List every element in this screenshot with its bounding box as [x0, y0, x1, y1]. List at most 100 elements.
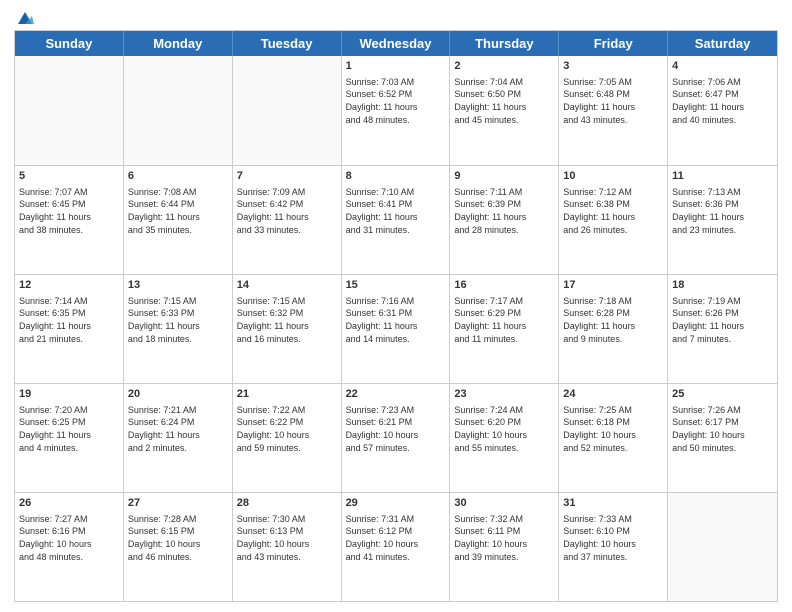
day-info: Sunrise: 7:33 AMSunset: 6:10 PMDaylight:… — [563, 513, 663, 563]
calendar-day-1: 1 Sunrise: 7:03 AMSunset: 6:52 PMDaylight… — [342, 56, 451, 165]
calendar-day-28: 28 Sunrise: 7:30 AMSunset: 6:13 PMDayligh… — [233, 493, 342, 601]
calendar-week-3: 12 Sunrise: 7:14 AMSunset: 6:35 PMDayligh… — [15, 274, 777, 383]
day-info: Sunrise: 7:24 AMSunset: 6:20 PMDaylight:… — [454, 404, 554, 454]
day-info: Sunrise: 7:15 AMSunset: 6:33 PMDaylight:… — [128, 295, 228, 345]
day-info: Sunrise: 7:15 AMSunset: 6:32 PMDaylight:… — [237, 295, 337, 345]
day-info: Sunrise: 7:12 AMSunset: 6:38 PMDaylight:… — [563, 186, 663, 236]
day-info: Sunrise: 7:04 AMSunset: 6:50 PMDaylight:… — [454, 76, 554, 126]
day-header-wednesday: Wednesday — [342, 31, 451, 56]
day-number: 30 — [454, 496, 554, 511]
calendar-day-8: 8 Sunrise: 7:10 AMSunset: 6:41 PMDaylight… — [342, 166, 451, 274]
day-number: 20 — [128, 387, 228, 402]
day-number: 12 — [19, 278, 119, 293]
day-number: 26 — [19, 496, 119, 511]
day-number: 7 — [237, 169, 337, 184]
day-info: Sunrise: 7:03 AMSunset: 6:52 PMDaylight:… — [346, 76, 446, 126]
day-header-tuesday: Tuesday — [233, 31, 342, 56]
day-number: 29 — [346, 496, 446, 511]
calendar-day-21: 21Sunrise: 7:22 AMSunset: 6:22 PMDayligh… — [233, 384, 342, 492]
day-number: 1 — [346, 59, 446, 74]
day-number: 27 — [128, 496, 228, 511]
day-info: Sunrise: 7:19 AMSunset: 6:26 PMDaylight:… — [672, 295, 773, 345]
calendar-day-27: 27 Sunrise: 7:28 AMSunset: 6:15 PMDayligh… — [124, 493, 233, 601]
day-number: 14 — [237, 278, 337, 293]
day-info: Sunrise: 7:20 AMSunset: 6:25 PMDaylight:… — [19, 404, 119, 454]
day-header-thursday: Thursday — [450, 31, 559, 56]
day-info: Sunrise: 7:30 AMSunset: 6:13 PMDaylight:… — [237, 513, 337, 563]
day-info: Sunrise: 7:13 AMSunset: 6:36 PMDaylight:… — [672, 186, 773, 236]
calendar-week-2: 5 Sunrise: 7:07 AMSunset: 6:45 PMDaylight… — [15, 165, 777, 274]
calendar-day-12: 12 Sunrise: 7:14 AMSunset: 6:35 PMDayligh… — [15, 275, 124, 383]
day-number: 3 — [563, 59, 663, 74]
calendar-empty-cell — [668, 493, 777, 601]
day-number: 11 — [672, 169, 773, 184]
day-info: Sunrise: 7:14 AMSunset: 6:35 PMDaylight:… — [19, 295, 119, 345]
day-number: 25 — [672, 387, 773, 402]
day-number: 22 — [346, 387, 446, 402]
calendar-day-20: 20 Sunrise: 7:21 AMSunset: 6:24 PMDayligh… — [124, 384, 233, 492]
day-info: Sunrise: 7:27 AMSunset: 6:16 PMDaylight:… — [19, 513, 119, 563]
calendar-empty-cell — [233, 56, 342, 165]
page: SundayMondayTuesdayWednesdayThursdayFrid… — [0, 0, 792, 612]
day-info: Sunrise: 7:07 AMSunset: 6:45 PMDaylight:… — [19, 186, 119, 236]
calendar-day-11: 11 Sunrise: 7:13 AMSunset: 6:36 PMDayligh… — [668, 166, 777, 274]
day-number: 23 — [454, 387, 554, 402]
calendar-day-10: 10 Sunrise: 7:12 AMSunset: 6:38 PMDayligh… — [559, 166, 668, 274]
day-header-friday: Friday — [559, 31, 668, 56]
day-header-sunday: Sunday — [15, 31, 124, 56]
calendar-day-5: 5 Sunrise: 7:07 AMSunset: 6:45 PMDaylight… — [15, 166, 124, 274]
calendar-day-19: 19Sunrise: 7:20 AMSunset: 6:25 PMDayligh… — [15, 384, 124, 492]
calendar-week-4: 19Sunrise: 7:20 AMSunset: 6:25 PMDayligh… — [15, 383, 777, 492]
day-info: Sunrise: 7:11 AMSunset: 6:39 PMDaylight:… — [454, 186, 554, 236]
day-number: 9 — [454, 169, 554, 184]
day-number: 21 — [237, 387, 337, 402]
day-number: 10 — [563, 169, 663, 184]
calendar-day-22: 22 Sunrise: 7:23 AMSunset: 6:21 PMDayligh… — [342, 384, 451, 492]
day-info: Sunrise: 7:26 AMSunset: 6:17 PMDaylight:… — [672, 404, 773, 454]
calendar-day-13: 13 Sunrise: 7:15 AMSunset: 6:33 PMDayligh… — [124, 275, 233, 383]
day-info: Sunrise: 7:10 AMSunset: 6:41 PMDaylight:… — [346, 186, 446, 236]
calendar-body: 1 Sunrise: 7:03 AMSunset: 6:52 PMDaylight… — [15, 56, 777, 601]
logo — [14, 10, 34, 28]
day-info: Sunrise: 7:17 AMSunset: 6:29 PMDaylight:… — [454, 295, 554, 345]
calendar-day-16: 16 Sunrise: 7:17 AMSunset: 6:29 PMDayligh… — [450, 275, 559, 383]
day-info: Sunrise: 7:25 AMSunset: 6:18 PMDaylight:… — [563, 404, 663, 454]
calendar-day-18: 18 Sunrise: 7:19 AMSunset: 6:26 PMDayligh… — [668, 275, 777, 383]
day-info: Sunrise: 7:32 AMSunset: 6:11 PMDaylight:… — [454, 513, 554, 563]
day-number: 24 — [563, 387, 663, 402]
day-header-monday: Monday — [124, 31, 233, 56]
calendar-day-2: 2Sunrise: 7:04 AMSunset: 6:50 PMDaylight… — [450, 56, 559, 165]
day-number: 6 — [128, 169, 228, 184]
day-number: 5 — [19, 169, 119, 184]
calendar-day-30: 30 Sunrise: 7:32 AMSunset: 6:11 PMDayligh… — [450, 493, 559, 601]
day-number: 8 — [346, 169, 446, 184]
header — [14, 10, 778, 24]
calendar-day-6: 6Sunrise: 7:08 AMSunset: 6:44 PMDaylight… — [124, 166, 233, 274]
day-info: Sunrise: 7:31 AMSunset: 6:12 PMDaylight:… — [346, 513, 446, 563]
calendar-day-25: 25 Sunrise: 7:26 AMSunset: 6:17 PMDayligh… — [668, 384, 777, 492]
day-info: Sunrise: 7:23 AMSunset: 6:21 PMDaylight:… — [346, 404, 446, 454]
calendar-day-4: 4Sunrise: 7:06 AMSunset: 6:47 PMDaylight… — [668, 56, 777, 165]
day-header-saturday: Saturday — [668, 31, 777, 56]
day-info: Sunrise: 7:09 AMSunset: 6:42 PMDaylight:… — [237, 186, 337, 236]
calendar-day-24: 24 Sunrise: 7:25 AMSunset: 6:18 PMDayligh… — [559, 384, 668, 492]
calendar-week-1: 1 Sunrise: 7:03 AMSunset: 6:52 PMDaylight… — [15, 56, 777, 165]
calendar-week-5: 26 Sunrise: 7:27 AMSunset: 6:16 PMDayligh… — [15, 492, 777, 601]
calendar-day-17: 17Sunrise: 7:18 AMSunset: 6:28 PMDayligh… — [559, 275, 668, 383]
day-info: Sunrise: 7:21 AMSunset: 6:24 PMDaylight:… — [128, 404, 228, 454]
day-number: 18 — [672, 278, 773, 293]
calendar-empty-cell — [15, 56, 124, 165]
day-number: 13 — [128, 278, 228, 293]
calendar-header: SundayMondayTuesdayWednesdayThursdayFrid… — [15, 31, 777, 56]
calendar-day-31: 31 Sunrise: 7:33 AMSunset: 6:10 PMDayligh… — [559, 493, 668, 601]
day-number: 16 — [454, 278, 554, 293]
day-number: 31 — [563, 496, 663, 511]
logo-area — [14, 10, 34, 24]
logo-icon — [16, 10, 34, 28]
calendar-empty-cell — [124, 56, 233, 165]
day-info: Sunrise: 7:28 AMSunset: 6:15 PMDaylight:… — [128, 513, 228, 563]
day-number: 28 — [237, 496, 337, 511]
day-number: 17 — [563, 278, 663, 293]
calendar-day-7: 7 Sunrise: 7:09 AMSunset: 6:42 PMDaylight… — [233, 166, 342, 274]
calendar-day-14: 14 Sunrise: 7:15 AMSunset: 6:32 PMDayligh… — [233, 275, 342, 383]
